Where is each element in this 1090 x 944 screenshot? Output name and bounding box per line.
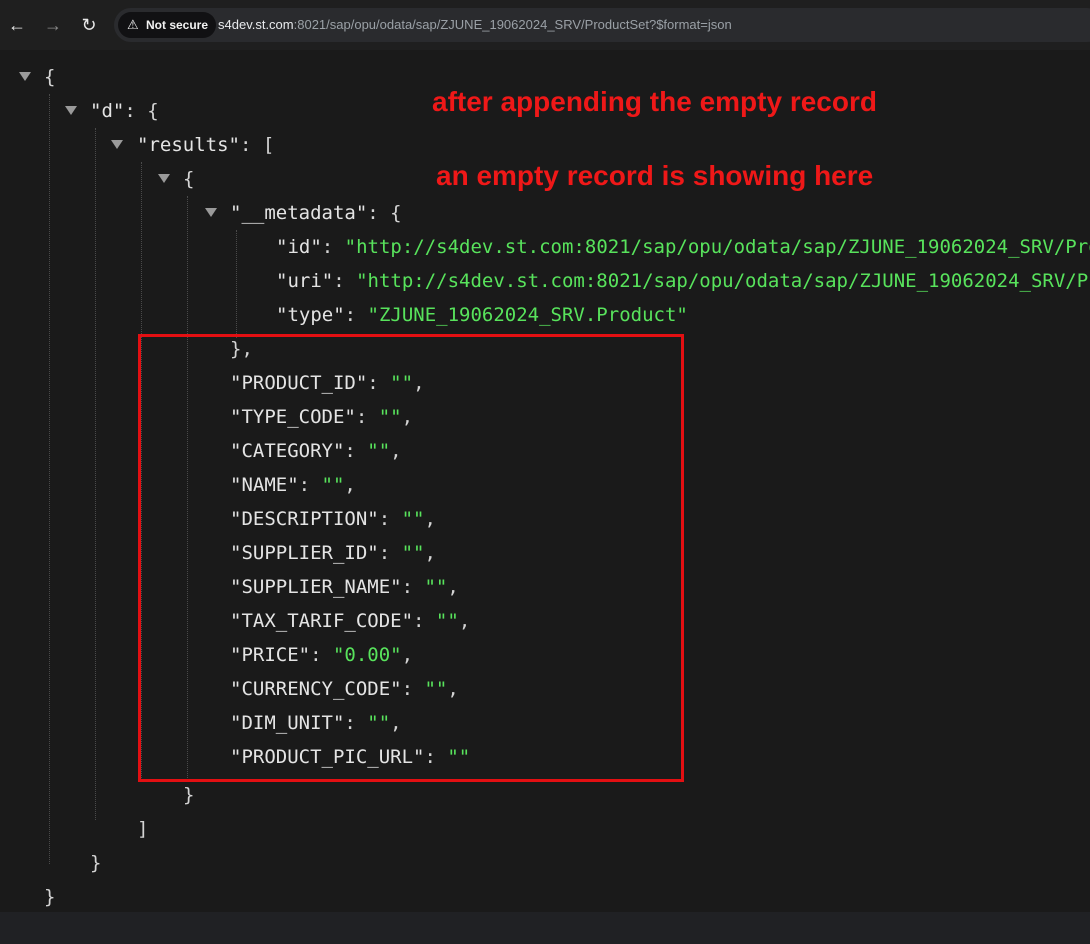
arrow-left-icon[interactable]: ← [6, 14, 28, 36]
indent-guide [95, 128, 96, 820]
collapse-toggle-record[interactable] [158, 174, 170, 183]
json-record-close: } [183, 784, 195, 806]
collapse-toggle-results[interactable] [111, 140, 123, 149]
indent-guide [49, 94, 50, 864]
json-metadata-line: "__metadata": { [230, 202, 402, 224]
json-results-close: ] [137, 818, 149, 840]
reload-icon[interactable]: ↻ [78, 14, 100, 36]
json-root-close: } [44, 886, 56, 908]
json-metadata-type: "type": "ZJUNE_19062024_SRV.Product" [276, 304, 688, 326]
annotation-appending: after appending the empty record [432, 86, 877, 117]
security-indicator[interactable]: ⚠ Not secure [118, 12, 216, 38]
collapse-toggle-metadata[interactable] [205, 208, 217, 217]
collapse-toggle-d[interactable] [65, 106, 77, 115]
json-root-open: { [44, 66, 56, 88]
warning-triangle-icon: ⚠ [127, 17, 139, 32]
json-d-line: "d": { [90, 100, 159, 122]
json-d-close: } [90, 852, 102, 874]
url-text[interactable]: s4dev.st.com:8021/sap/opu/odata/sap/ZJUN… [218, 8, 732, 42]
annotation-empty-record: an empty record is showing here [436, 160, 874, 191]
url-host: s4dev.st.com [218, 17, 294, 32]
address-bar[interactable]: ⚠ Not secure s4dev.st.com:8021/sap/opu/o… [114, 8, 1090, 42]
arrow-right-icon[interactable]: → [42, 14, 64, 36]
highlight-box [138, 334, 684, 782]
json-metadata-uri: "uri": "http://s4dev.st.com:8021/sap/opu… [276, 270, 1090, 292]
json-results-line: "results": [ [137, 134, 275, 156]
browser-toolbar: ← → ↻ ⚠ Not secure s4dev.st.com:8021/sap… [0, 0, 1090, 50]
json-metadata-id: "id": "http://s4dev.st.com:8021/sap/opu/… [276, 236, 1090, 258]
indent-guide [236, 230, 237, 338]
collapse-toggle-root[interactable] [19, 72, 31, 81]
window-bottom-bar [0, 912, 1090, 944]
security-label: Not secure [146, 18, 209, 32]
url-path: :8021/sap/opu/odata/sap/ZJUNE_19062024_S… [293, 17, 732, 32]
json-record-open: { [183, 168, 195, 190]
